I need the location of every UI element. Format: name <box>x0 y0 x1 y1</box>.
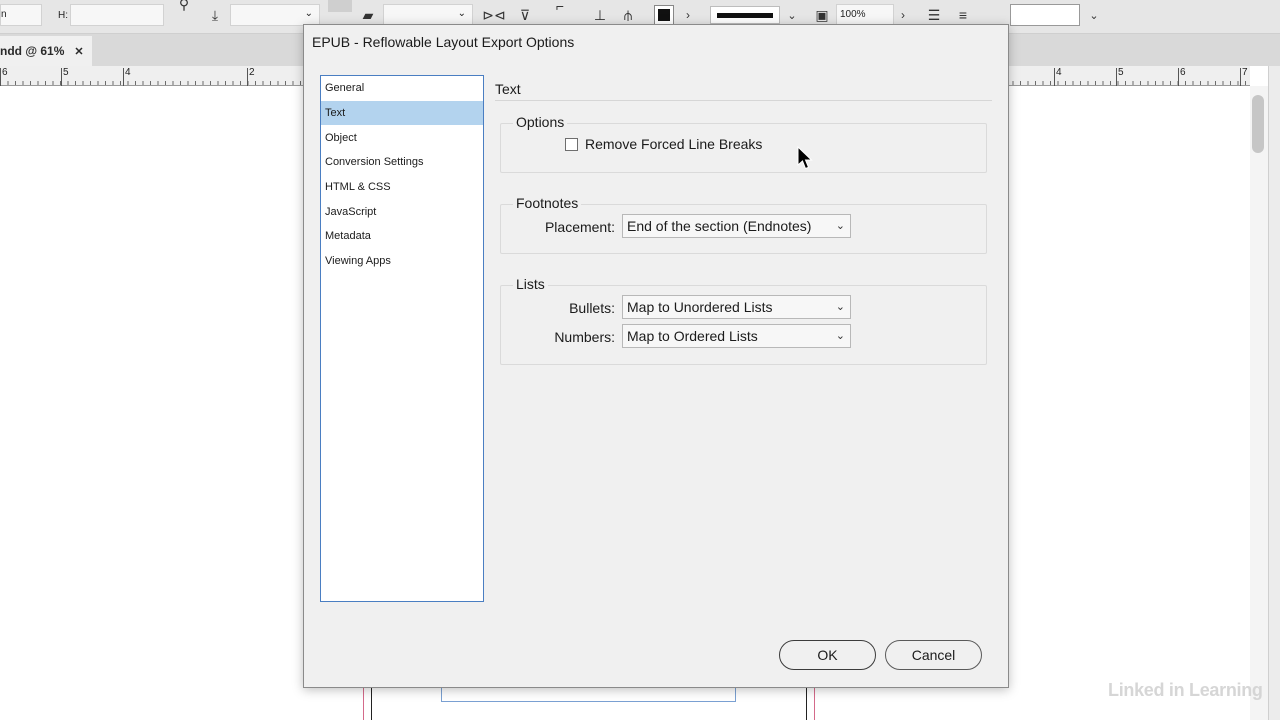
ruler-number: 4 <box>1056 67 1062 78</box>
chevron-down-icon: ⌄ <box>457 8 466 19</box>
ruler-tick <box>1178 68 1179 86</box>
ruler-number: 6 <box>2 67 8 78</box>
remove-forced-line-breaks-label[interactable]: Remove Forced Line Breaks <box>585 136 762 152</box>
category-text[interactable]: Text <box>321 100 483 126</box>
text-frame[interactable] <box>441 686 736 702</box>
remove-forced-line-breaks-checkbox[interactable] <box>565 138 578 151</box>
width-field[interactable]: n <box>0 4 42 26</box>
category-viewing-apps[interactable]: Viewing Apps <box>321 249 483 274</box>
select-container-icon[interactable]: ⊥ <box>590 5 610 25</box>
ruler-tick <box>123 68 124 86</box>
select-content-icon[interactable]: ⫛ <box>618 5 638 25</box>
scrollbar-thumb[interactable] <box>1252 95 1264 153</box>
rotation-field[interactable]: ⌄ <box>230 4 320 26</box>
category-general[interactable]: General <box>321 76 483 101</box>
numbers-value: Map to Ordered Lists <box>627 328 758 344</box>
page-bleed-guide <box>814 686 815 720</box>
page-edge-right <box>806 686 807 720</box>
panel-dock <box>1268 66 1280 720</box>
footnotes-group-title: Footnotes <box>513 195 582 211</box>
mouse-pointer-icon <box>797 146 813 170</box>
chevron-down-icon[interactable]: ⌄ <box>782 5 802 25</box>
ruler-number: 6 <box>1180 67 1186 78</box>
link-icon[interactable]: ⚲ <box>174 0 194 14</box>
ok-button[interactable]: OK <box>779 640 876 670</box>
epub-export-dialog: EPUB - Reflowable Layout Export Options … <box>303 24 1009 688</box>
ruler-number: 4 <box>125 67 131 78</box>
opacity-value: 100% <box>840 9 866 20</box>
vertical-scrollbar[interactable] <box>1250 86 1268 720</box>
chevron-down-icon[interactable]: ⌄ <box>1084 5 1104 25</box>
ruler-number: 5 <box>63 67 69 78</box>
chevron-down-icon: ⌄ <box>835 330 845 342</box>
constrain-icon[interactable] <box>328 0 352 12</box>
linkedin-learning-watermark: Linked in Learning <box>1108 680 1263 700</box>
placement-label: Placement: <box>544 219 615 235</box>
ruler-tick <box>247 68 248 86</box>
shear-field[interactable]: ⌄ <box>383 4 473 26</box>
width-field-text: n <box>1 9 7 20</box>
chevron-right-icon[interactable]: › <box>893 5 913 25</box>
ruler-tick <box>1054 68 1055 86</box>
stroke-color-swatch[interactable] <box>654 5 674 25</box>
dialog-title: EPUB - Reflowable Layout Export Options <box>312 34 575 50</box>
bullets-select[interactable]: Map to Unordered Lists ⌄ <box>622 295 851 319</box>
ruler-tick <box>1116 68 1117 86</box>
opacity-field[interactable]: 100% <box>836 4 894 26</box>
ruler-tick <box>61 68 62 86</box>
chevron-down-icon: ⌄ <box>304 8 313 19</box>
opacity-icon: ▣ <box>815 6 829 23</box>
align-icon[interactable]: ≡ <box>953 5 973 25</box>
numbers-select[interactable]: Map to Ordered Lists ⌄ <box>622 324 851 348</box>
section-divider <box>495 100 992 101</box>
page-edge-left <box>371 686 372 720</box>
category-object[interactable]: Object <box>321 125 483 150</box>
numbers-label: Numbers: <box>554 329 615 345</box>
cancel-button[interactable]: Cancel <box>885 640 982 670</box>
align-bottom-icon[interactable]: ⤓ <box>205 5 225 25</box>
chevron-down-icon: ⌄ <box>835 220 845 232</box>
document-tab-label: ndd @ 61% <box>0 44 65 58</box>
ruler-number: 7 <box>1242 67 1248 78</box>
category-html-css[interactable]: HTML & CSS <box>321 175 483 200</box>
chevron-right-icon[interactable]: › <box>678 5 698 25</box>
options-group-title: Options <box>513 114 568 130</box>
text-wrap-icon[interactable]: ☰ <box>924 5 944 25</box>
shear-icon[interactable]: ▰ <box>358 5 378 25</box>
height-field[interactable] <box>70 4 164 26</box>
placement-value: End of the section (Endnotes) <box>627 218 812 234</box>
placement-select[interactable]: End of the section (Endnotes) ⌄ <box>622 214 851 238</box>
bullets-label: Bullets: <box>569 300 615 316</box>
flip-horizontal-icon[interactable]: ⊳⊲ <box>482 5 505 25</box>
ruler-number: 2 <box>249 67 255 78</box>
section-heading: Text <box>495 81 521 97</box>
flip-vertical-icon[interactable]: ⊽ <box>515 5 535 25</box>
ruler-number: 5 <box>1118 67 1124 78</box>
category-javascript[interactable]: JavaScript <box>321 199 483 224</box>
document-tab[interactable]: ndd @ 61% ✕ <box>0 36 92 66</box>
page-bleed-guide <box>363 686 364 720</box>
bullets-value: Map to Unordered Lists <box>627 299 773 315</box>
ruler-tick <box>0 68 1 86</box>
height-label: H: <box>58 9 68 21</box>
stroke-weight-swatch[interactable] <box>710 6 780 24</box>
lists-group-title: Lists <box>513 276 548 292</box>
close-icon[interactable]: ✕ <box>74 45 83 58</box>
category-metadata[interactable]: Metadata <box>321 224 483 249</box>
category-list: General Text Object Conversion Settings … <box>320 75 484 602</box>
style-field[interactable] <box>1010 4 1080 26</box>
chevron-down-icon: ⌄ <box>835 301 845 313</box>
ruler-tick <box>1240 68 1241 86</box>
category-conversion-settings[interactable]: Conversion Settings <box>321 150 483 175</box>
reference-point-icon[interactable]: ⌐ <box>550 0 570 16</box>
